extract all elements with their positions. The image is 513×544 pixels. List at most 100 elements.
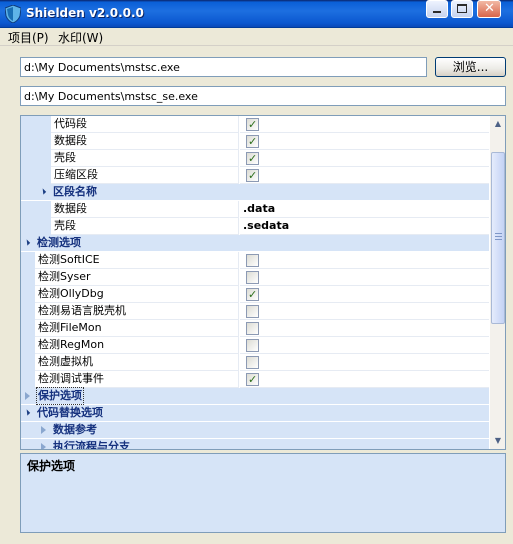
collapse-icon[interactable] <box>23 239 31 246</box>
browse-button[interactable]: 浏览... <box>435 57 506 77</box>
checkbox-unchecked[interactable] <box>246 271 259 284</box>
close-icon: ✕ <box>484 1 495 16</box>
property-name: 检测FileMon <box>35 320 239 337</box>
category-row[interactable]: 区段名称 <box>21 184 489 201</box>
row-gutter <box>21 201 51 218</box>
property-value[interactable] <box>240 354 489 371</box>
checkbox-unchecked[interactable] <box>246 322 259 335</box>
description-panel: 保护选项 <box>20 453 506 533</box>
category-row[interactable]: 保护选项 <box>21 387 489 405</box>
property-name: 检测易语言脱壳机 <box>35 303 239 320</box>
row-gutter <box>21 286 35 303</box>
category-label: 数据参考 <box>53 423 97 436</box>
row-gutter <box>21 218 51 235</box>
property-row[interactable]: 检测虚拟机 <box>21 354 489 371</box>
property-value[interactable]: ✓ <box>240 116 489 133</box>
scroll-up-icon[interactable]: ▲ <box>490 116 505 132</box>
property-name: 检测虚拟机 <box>35 354 239 371</box>
property-name: 检测调试事件 <box>35 371 239 388</box>
property-value-text[interactable]: .sedata <box>240 218 489 235</box>
menu-bar: 项目(P) 水印(W) <box>0 28 513 46</box>
property-name: 壳段 <box>51 150 239 167</box>
property-row[interactable]: 检测调试事件 ✓ <box>21 371 489 388</box>
checkbox-unchecked[interactable] <box>246 339 259 352</box>
checkmark-icon: ✓ <box>248 169 258 182</box>
vertical-scrollbar[interactable]: ▲ ▼ <box>490 116 505 449</box>
menu-project[interactable]: 项目(P) <box>6 29 51 46</box>
property-row[interactable]: 检测RegMon <box>21 337 489 354</box>
checkbox-checked[interactable]: ✓ <box>246 169 259 182</box>
row-gutter <box>21 133 51 150</box>
property-value[interactable]: ✓ <box>240 286 489 303</box>
checkmark-icon: ✓ <box>248 118 258 131</box>
checkbox-checked[interactable]: ✓ <box>246 288 259 301</box>
expand-icon[interactable] <box>41 443 46 449</box>
checkbox-unchecked[interactable] <box>246 305 259 318</box>
property-row[interactable]: 检测OllyDbg ✓ <box>21 286 489 303</box>
minimize-button[interactable] <box>426 0 448 18</box>
row-gutter <box>21 337 35 354</box>
property-value-text[interactable]: .data <box>240 201 489 218</box>
property-grid-rows: 代码段 ✓ 数据段 ✓ 壳段 ✓ 压缩区段 ✓ 区段名称 数据段 .data 壳段 .sedata 检测选… <box>21 116 489 449</box>
property-row[interactable]: 壳段 .sedata <box>21 218 489 235</box>
category-row[interactable]: 检测选项 <box>21 235 489 252</box>
maximize-icon <box>457 4 467 13</box>
close-button[interactable]: ✕ <box>477 0 501 18</box>
property-row[interactable]: 检测易语言脱壳机 <box>21 303 489 320</box>
category-label: 代码替换选项 <box>37 406 103 419</box>
property-row[interactable]: 压缩区段 ✓ <box>21 167 489 184</box>
row-gutter <box>21 269 35 286</box>
property-value[interactable] <box>240 320 489 337</box>
row-gutter <box>21 354 35 371</box>
property-value[interactable]: ✓ <box>240 371 489 388</box>
category-row[interactable]: 数据参考 <box>21 422 489 439</box>
property-name: 数据段 <box>51 133 239 150</box>
scroll-down-icon[interactable]: ▼ <box>490 433 505 449</box>
property-name: 壳段 <box>51 218 239 235</box>
window-title: Shielden v2.0.0.0 <box>26 6 144 20</box>
property-value[interactable]: ✓ <box>240 167 489 184</box>
row-gutter <box>21 116 51 133</box>
collapse-icon[interactable] <box>23 409 31 416</box>
property-row[interactable]: 检测Syser <box>21 269 489 286</box>
row-gutter <box>21 303 35 320</box>
expand-icon[interactable] <box>25 392 30 400</box>
property-name: 检测OllyDbg <box>35 286 239 303</box>
checkbox-checked[interactable]: ✓ <box>246 135 259 148</box>
category-row[interactable]: 执行流程与分支 <box>21 439 489 449</box>
property-row[interactable]: 代码段 ✓ <box>21 116 489 133</box>
title-bar[interactable]: Shielden v2.0.0.0 ✕ <box>0 0 513 28</box>
scroll-thumb[interactable] <box>491 152 505 324</box>
property-row[interactable]: 检测FileMon <box>21 320 489 337</box>
property-row[interactable]: 数据段 ✓ <box>21 133 489 150</box>
property-row[interactable]: 数据段 .data <box>21 201 489 218</box>
menu-watermark[interactable]: 水印(W) <box>56 29 105 46</box>
property-name: 检测Syser <box>35 269 239 286</box>
property-name: 压缩区段 <box>51 167 239 184</box>
collapse-icon[interactable] <box>39 188 47 195</box>
checkbox-unchecked[interactable] <box>246 254 259 267</box>
property-row[interactable]: 壳段 ✓ <box>21 150 489 167</box>
category-row[interactable]: 代码替换选项 <box>21 405 489 422</box>
property-value[interactable]: ✓ <box>240 133 489 150</box>
checkbox-checked[interactable]: ✓ <box>246 118 259 131</box>
property-value[interactable] <box>240 337 489 354</box>
maximize-button[interactable] <box>451 0 473 18</box>
input-path-field[interactable]: d:\My Documents\mstsc.exe <box>20 57 427 77</box>
checkbox-unchecked[interactable] <box>246 356 259 369</box>
property-value[interactable]: ✓ <box>240 150 489 167</box>
expand-icon[interactable] <box>41 426 46 434</box>
row-gutter <box>21 150 51 167</box>
property-name: 代码段 <box>51 116 239 133</box>
property-value[interactable] <box>240 269 489 286</box>
row-gutter <box>21 320 35 337</box>
property-grid[interactable]: 代码段 ✓ 数据段 ✓ 壳段 ✓ 压缩区段 ✓ 区段名称 数据段 .data 壳段 .sedata 检测选… <box>20 115 506 450</box>
property-value[interactable] <box>240 303 489 320</box>
row-gutter <box>21 252 35 269</box>
checkbox-checked[interactable]: ✓ <box>246 373 259 386</box>
checkbox-checked[interactable]: ✓ <box>246 152 259 165</box>
property-row[interactable]: 检测SoftICE <box>21 252 489 269</box>
category-label: 保护选项 <box>36 387 84 405</box>
output-path-field[interactable]: d:\My Documents\mstsc_se.exe <box>20 86 506 106</box>
property-value[interactable] <box>240 252 489 269</box>
